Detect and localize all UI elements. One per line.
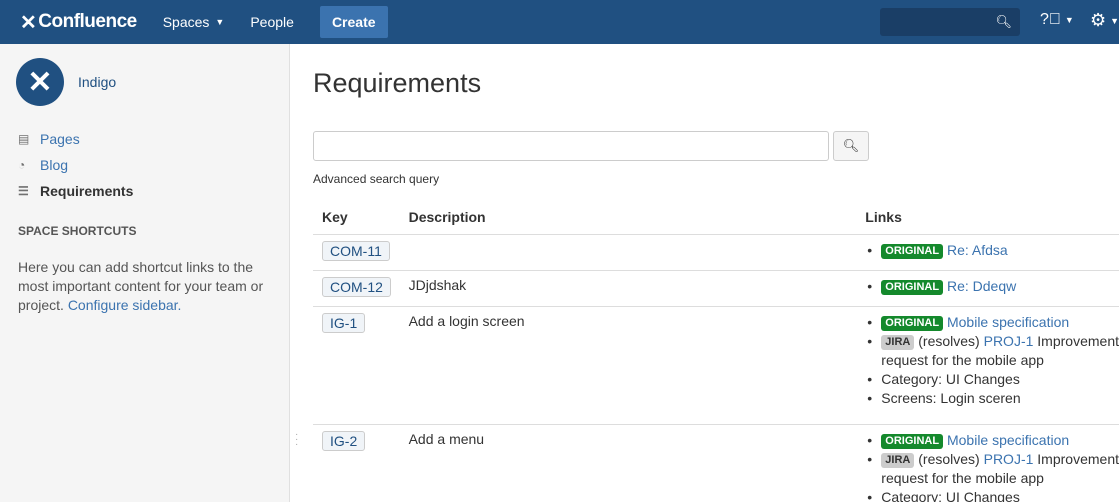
column-header-links[interactable]: Links [865,200,1119,235]
link-item: ORIGINAL Mobile specification [865,313,1119,332]
table-row: IG-1 Add a login screen ORIGINAL Mobile … [313,306,1119,425]
gear-icon: ⚙ [1090,10,1107,30]
spaces-label: Spaces [162,14,210,30]
requirements-icon: ☰ [18,184,29,198]
requirement-key[interactable]: COM-11 [322,240,390,261]
settings-menu[interactable]: ⚙ ▼ [1090,10,1119,31]
key-cell: COM-11 [313,234,409,271]
link-item-continuation: request for the mobile app [881,469,1044,486]
original-lozenge: ORIGINAL [881,315,944,331]
description-cell: Add a login screen [408,306,866,425]
people-label: People [250,14,294,30]
table-row: COM-11 ORIGINAL Re: Afdsa [313,234,1119,271]
jira-relation: (resolves) [918,332,980,349]
requirement-key[interactable]: IG-2 [322,430,366,451]
original-link[interactable]: Mobile specification [947,314,1069,330]
jira-issue-title: Improvement [1037,332,1119,349]
link-item: JIRA (resolves) PROJ-1 Improvement [865,450,1119,469]
requirements-search: 🔍︎ [313,131,869,161]
links-cell: ORIGINAL Re: Ddeqw [865,270,1119,307]
space-name-link[interactable]: Indigo [78,74,116,90]
chevron-down-icon: ▼ [1110,15,1119,26]
people-link[interactable]: People [250,14,294,30]
link-item-continuation: request for the mobile app [881,351,1044,368]
chevron-down-icon: ▼ [1064,15,1074,25]
sidebar-item-pages[interactable]: ▤ Pages [18,126,133,152]
original-lozenge: ORIGINAL [881,243,944,259]
links-cell: ORIGINAL Mobile specification JIRA (reso… [865,306,1119,425]
table-row: IG-2 Add a menu ORIGINAL Mobile specific… [313,424,1119,502]
requirement-key[interactable]: COM-12 [322,276,391,297]
confluence-logo[interactable]: ✕ Confluence [20,10,137,35]
link-item: ORIGINAL Re: Afdsa [865,241,1119,260]
sidebar-item-blog[interactable]: ◔ Blog [18,152,133,178]
key-cell: IG-2 [313,424,409,502]
link-item: ORIGINAL Re: Ddeqw [865,277,1119,296]
link-item: JIRA (resolves) PROJ-1 Improvement [865,332,1119,351]
link-item: Category: UI Changes [865,488,1119,502]
jira-issue-title: Improvement [1037,450,1119,467]
column-header-description[interactable]: Description [408,200,866,235]
spaces-menu[interactable]: Spaces ▼ [163,14,225,30]
original-lozenge: ORIGINAL [881,433,944,449]
sidebar-item-label: Pages [40,131,80,147]
original-lozenge: ORIGINAL [881,279,944,295]
jira-relation: (resolves) [918,450,980,467]
key-cell: COM-12 [313,270,409,307]
column-header-key[interactable]: Key [313,200,409,235]
table-header-row: Key Description Links [313,200,1119,235]
search-icon: 🔍︎ [995,14,1012,29]
jira-lozenge: JIRA [881,334,915,350]
space-logo-icon: ✕ [27,65,53,99]
key-cell: IG-1 [313,306,409,425]
pages-icon: ▤ [18,132,30,146]
original-link[interactable]: Re: Ddeqw [947,278,1016,294]
space-shortcuts-text: Here you can add shortcut links to the m… [18,258,273,315]
sidebar-item-label: Requirements [40,183,134,199]
description-cell: Add a menu [408,424,866,502]
requirement-key[interactable]: IG-1 [322,312,366,333]
link-item: ORIGINAL Mobile specification [865,431,1119,450]
help-menu[interactable]: ?⃝ ▼ [1040,11,1074,29]
jira-issue-link[interactable]: PROJ-1 [984,333,1034,349]
original-link[interactable]: Re: Afdsa [947,242,1008,258]
space-shortcuts-heading: SPACE SHORTCUTS [18,224,137,238]
rss-icon: ◔ [18,158,26,172]
jira-issue-link[interactable]: PROJ-1 [984,451,1034,467]
link-item: Category: UI Changes [865,370,1119,389]
original-link[interactable]: Mobile specification [947,432,1069,448]
top-navigation: ✕ Confluence Spaces ▼ People Create 🔍︎ ?… [0,0,1119,44]
search-button[interactable]: 🔍︎ [833,131,869,161]
advanced-search-link[interactable]: Advanced search query [313,172,439,186]
sidebar-item-requirements[interactable]: ☰ Requirements [18,178,133,204]
main-content: Requirements 🔍︎ Advanced search query Ke… [313,44,1119,502]
page-title: Requirements [313,68,482,98]
link-item: Screens: Login sceren [865,389,1119,408]
create-button[interactable]: Create [319,6,388,38]
confluence-logo-icon: ✕ [20,11,37,34]
space-avatar[interactable]: ✕ [16,58,64,106]
table-row: COM-12 JDjdshak ORIGINAL Re: Ddeqw [313,270,1119,307]
links-cell: ORIGINAL Re: Afdsa [865,234,1119,271]
help-icon: ?⃝ [1040,11,1061,28]
chevron-down-icon: ▼ [215,17,225,27]
links-cell: ORIGINAL Mobile specification JIRA (reso… [865,424,1119,502]
sidebar-nav: ▤ Pages ◔ Blog ☰ Requirements [18,126,133,204]
logo-text: Confluence [38,11,137,32]
requirements-table: Key Description Links COM-11 ORIGINAL Re… [313,200,1119,502]
search-icon: 🔍︎ [842,138,860,153]
space-header: ✕ Indigo [16,58,116,106]
space-sidebar: ✕ Indigo ▤ Pages ◔ Blog ☰ Requirements S… [0,44,290,502]
global-search-input[interactable]: 🔍︎ [880,8,1020,36]
requirements-search-input[interactable] [313,131,829,161]
sidebar-item-label: Blog [40,157,69,173]
description-cell: JDjdshak [408,270,866,307]
description-cell [408,234,866,271]
sidebar-resize-handle[interactable]: · · · [295,430,298,450]
configure-sidebar-link[interactable]: Configure sidebar. [68,297,182,313]
jira-lozenge: JIRA [881,452,915,468]
